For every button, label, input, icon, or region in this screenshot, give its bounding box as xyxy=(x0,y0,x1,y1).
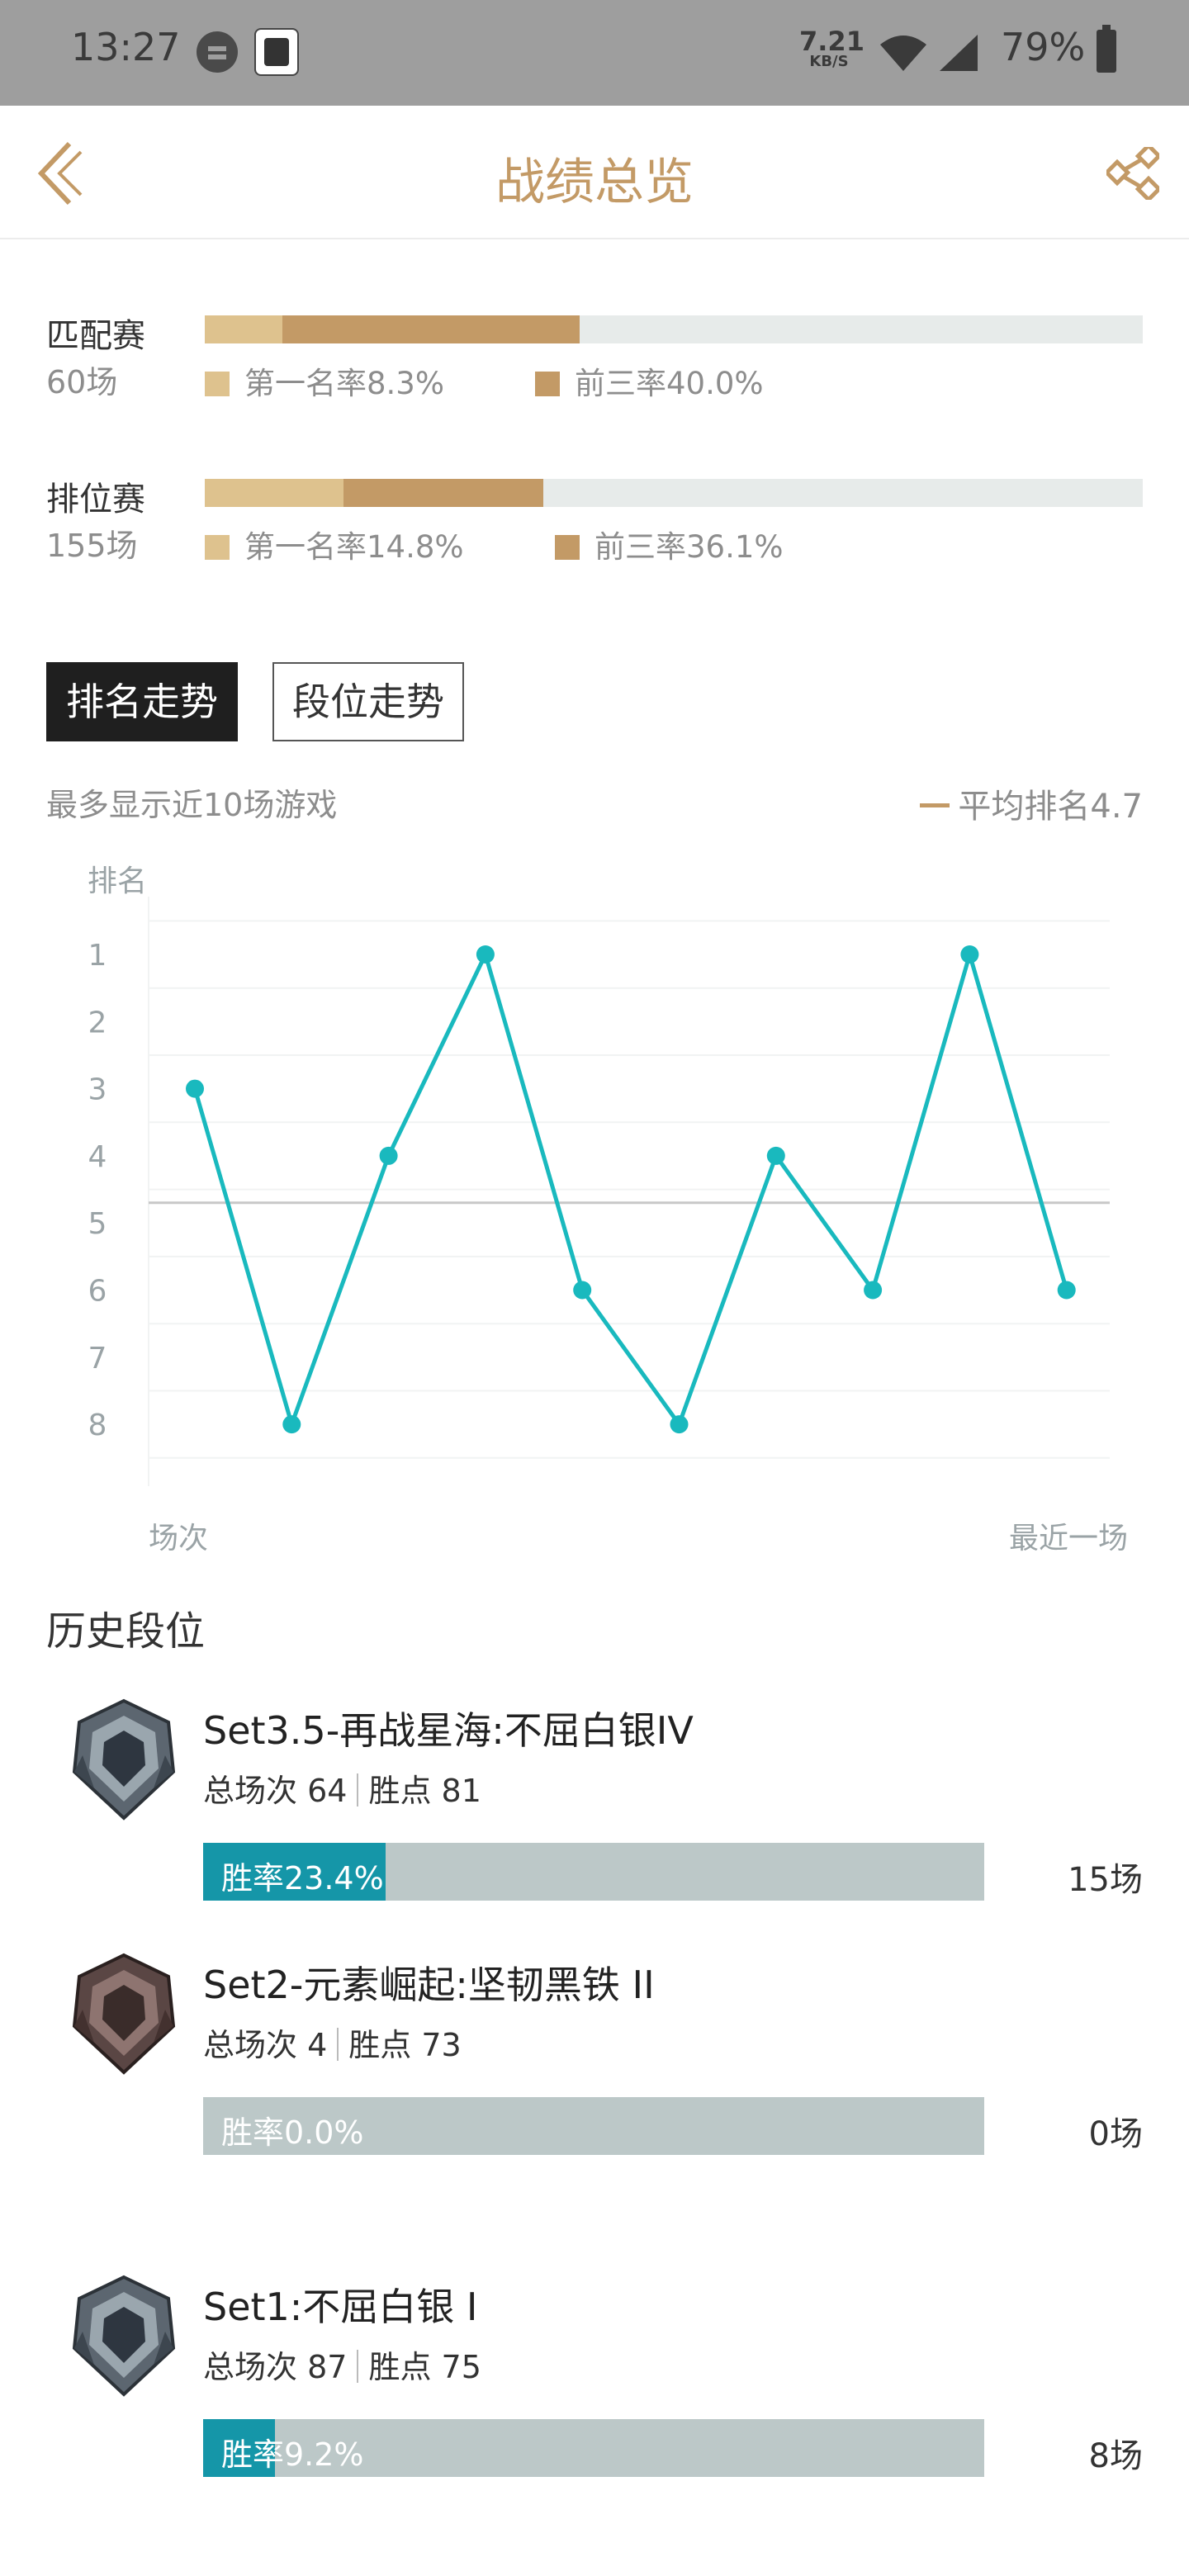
first-rate-label: 第一名率14.8% xyxy=(244,529,464,565)
rank-point[interactable] xyxy=(379,1146,398,1165)
first-rate-label: 第一名率8.3% xyxy=(244,366,444,401)
rank-point[interactable] xyxy=(766,1146,785,1165)
rank-point[interactable] xyxy=(960,945,979,964)
y-axis-label: 排名 xyxy=(88,864,147,898)
gridlines xyxy=(148,897,1110,1486)
header: 战绩总览 xyxy=(0,106,1189,239)
win-rate-bar: 胜率9.2% xyxy=(203,2419,984,2477)
y-tick-label: 1 xyxy=(88,939,107,973)
season-card[interactable]: Set3.5-再战星海:不屈白银IV 总场次 64 胜点 81 胜率23.4% 1… xyxy=(0,1698,1189,1912)
season-card[interactable]: Set1:不屈白银 I 总场次 87 胜点 75 胜率9.2% 8场 xyxy=(0,2274,1189,2488)
average-rank-legend: 平均排名4.7 xyxy=(920,779,1143,827)
net-speed-value: 7.21 xyxy=(799,26,865,57)
season-games: 15场 xyxy=(1068,1861,1143,1899)
tab-rank-trend[interactable]: 排名走势 xyxy=(46,662,238,741)
iron-rank-emblem-icon xyxy=(72,1953,176,2075)
rate-bar xyxy=(205,479,1143,507)
mode-name: 排位赛 xyxy=(46,481,145,519)
battery-percent: 79% xyxy=(1001,25,1086,69)
share-icon[interactable] xyxy=(1106,147,1159,200)
status-bar: 13:27 7.21 KB/S 79% xyxy=(0,0,1189,106)
y-tick-label: 6 xyxy=(88,1275,107,1309)
average-line-swatch xyxy=(920,803,950,807)
season-name: Set2-元素崛起:坚韧黑铁 II xyxy=(203,1963,655,2007)
x-axis-end-label: 最近一场 xyxy=(1009,1522,1128,1556)
rank-point[interactable] xyxy=(573,1281,592,1300)
legend-swatch xyxy=(555,535,580,560)
status-time: 13:27 xyxy=(71,25,181,69)
net-speed: 7.21 KB/S xyxy=(799,26,865,69)
win-rate-label: 胜率23.4% xyxy=(221,1860,384,1896)
mode-count: 155场 xyxy=(46,528,138,564)
y-tick-label: 8 xyxy=(88,1409,107,1442)
league-points: 胜点 73 xyxy=(348,2027,462,2063)
legend-swatch xyxy=(535,372,560,396)
season-name: Set3.5-再战星海:不屈白银IV xyxy=(203,1708,694,1753)
history-title: 历史段位 xyxy=(46,1608,206,1655)
silver-rank-emblem-icon xyxy=(72,1698,176,1821)
y-ticks: 1 2 3 4 5 6 7 8 xyxy=(88,939,107,1442)
y-tick-label: 2 xyxy=(88,1006,107,1039)
season-games: 8场 xyxy=(1088,2437,1143,2475)
battery-icon xyxy=(1097,25,1116,73)
total-games: 总场次 4 xyxy=(203,2027,328,2063)
rank-point[interactable] xyxy=(864,1281,883,1300)
divider xyxy=(357,1773,359,1807)
chat-icon xyxy=(197,31,238,73)
top3-rate-legend: 前三率40.0% xyxy=(535,358,764,403)
first-rate-legend: 第一名率14.8% xyxy=(205,522,464,566)
rank-point[interactable] xyxy=(186,1079,204,1098)
y-tick-label: 4 xyxy=(88,1140,107,1174)
rank-point[interactable] xyxy=(670,1415,689,1434)
divider xyxy=(337,2028,339,2061)
legend-swatch xyxy=(205,535,230,560)
first-rate-fill xyxy=(205,479,344,507)
win-rate-label: 胜率9.2% xyxy=(221,2436,364,2473)
season-stats: 总场次 4 胜点 73 xyxy=(203,2020,462,2065)
rank-point[interactable] xyxy=(476,945,495,964)
win-rate-bar: 胜率23.4% xyxy=(203,1843,984,1901)
win-rate-bar: 胜率0.0% xyxy=(203,2097,984,2155)
legend-swatch xyxy=(205,372,230,396)
win-rate-label: 胜率0.0% xyxy=(221,2114,364,2151)
season-games: 0场 xyxy=(1088,2115,1143,2153)
first-rate-fill xyxy=(205,315,283,343)
mode-name: 匹配赛 xyxy=(46,317,145,355)
tab-tier-trend[interactable]: 段位走势 xyxy=(272,662,464,741)
rank-point[interactable] xyxy=(1057,1281,1076,1300)
average-rank-label: 平均排名4.7 xyxy=(958,788,1143,826)
x-axis-start-label: 场次 xyxy=(149,1522,208,1556)
season-card[interactable]: Set2-元素崛起:坚韧黑铁 II 总场次 4 胜点 73 胜率0.0% 0场 xyxy=(0,1952,1189,2166)
top3-rate-label: 前三率36.1% xyxy=(594,529,784,565)
page-title: 战绩总览 xyxy=(495,154,694,211)
total-games: 总场次 87 xyxy=(203,2349,348,2385)
mode-count: 60场 xyxy=(46,364,118,400)
y-tick-label: 5 xyxy=(88,1207,107,1241)
top3-rate-label: 前三率40.0% xyxy=(575,366,764,401)
cell-signal-icon xyxy=(940,35,978,71)
silver-rank-emblem-icon xyxy=(72,2275,176,2397)
divider xyxy=(357,2350,359,2383)
season-name: Set1:不屈白银 I xyxy=(203,2285,478,2329)
total-games: 总场次 64 xyxy=(203,1773,348,1809)
league-points: 胜点 75 xyxy=(368,2349,481,2385)
season-stats: 总场次 87 胜点 75 xyxy=(203,2342,481,2387)
top3-rate-legend: 前三率36.1% xyxy=(555,522,784,566)
season-stats: 总场次 64 胜点 81 xyxy=(203,1765,481,1811)
rate-bar xyxy=(205,315,1143,343)
league-points: 胜点 81 xyxy=(368,1773,481,1809)
chart-note: 最多显示近10场游戏 xyxy=(46,787,338,823)
wifi-icon xyxy=(880,36,926,71)
y-tick-label: 7 xyxy=(88,1342,107,1376)
app-notification-icon xyxy=(254,28,299,76)
y-tick-label: 3 xyxy=(88,1073,107,1107)
first-rate-legend: 第一名率8.3% xyxy=(205,358,444,403)
rank-point[interactable] xyxy=(282,1415,301,1434)
rank-trend-chart: 排名 1 2 3 4 5 6 7 8 场次 最近一场 xyxy=(88,864,1128,1556)
